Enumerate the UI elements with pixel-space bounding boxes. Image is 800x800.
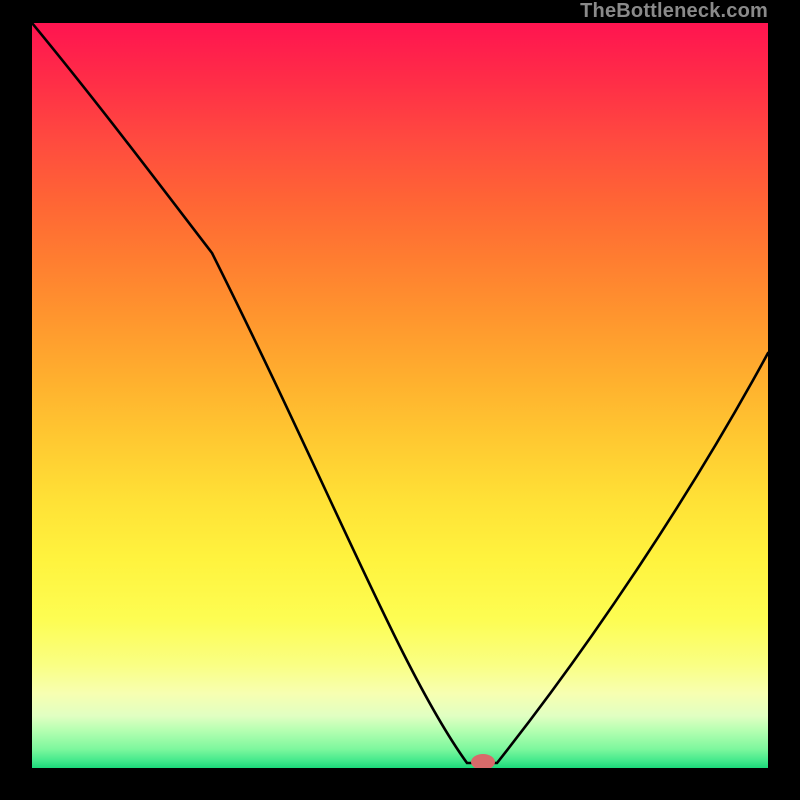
watermark-text: TheBottleneck.com <box>580 0 768 23</box>
optimal-marker <box>471 754 495 768</box>
plot-area <box>32 23 768 768</box>
chart-frame: TheBottleneck.com <box>0 0 800 800</box>
curve-svg <box>32 23 768 768</box>
bottleneck-curve <box>32 23 768 763</box>
